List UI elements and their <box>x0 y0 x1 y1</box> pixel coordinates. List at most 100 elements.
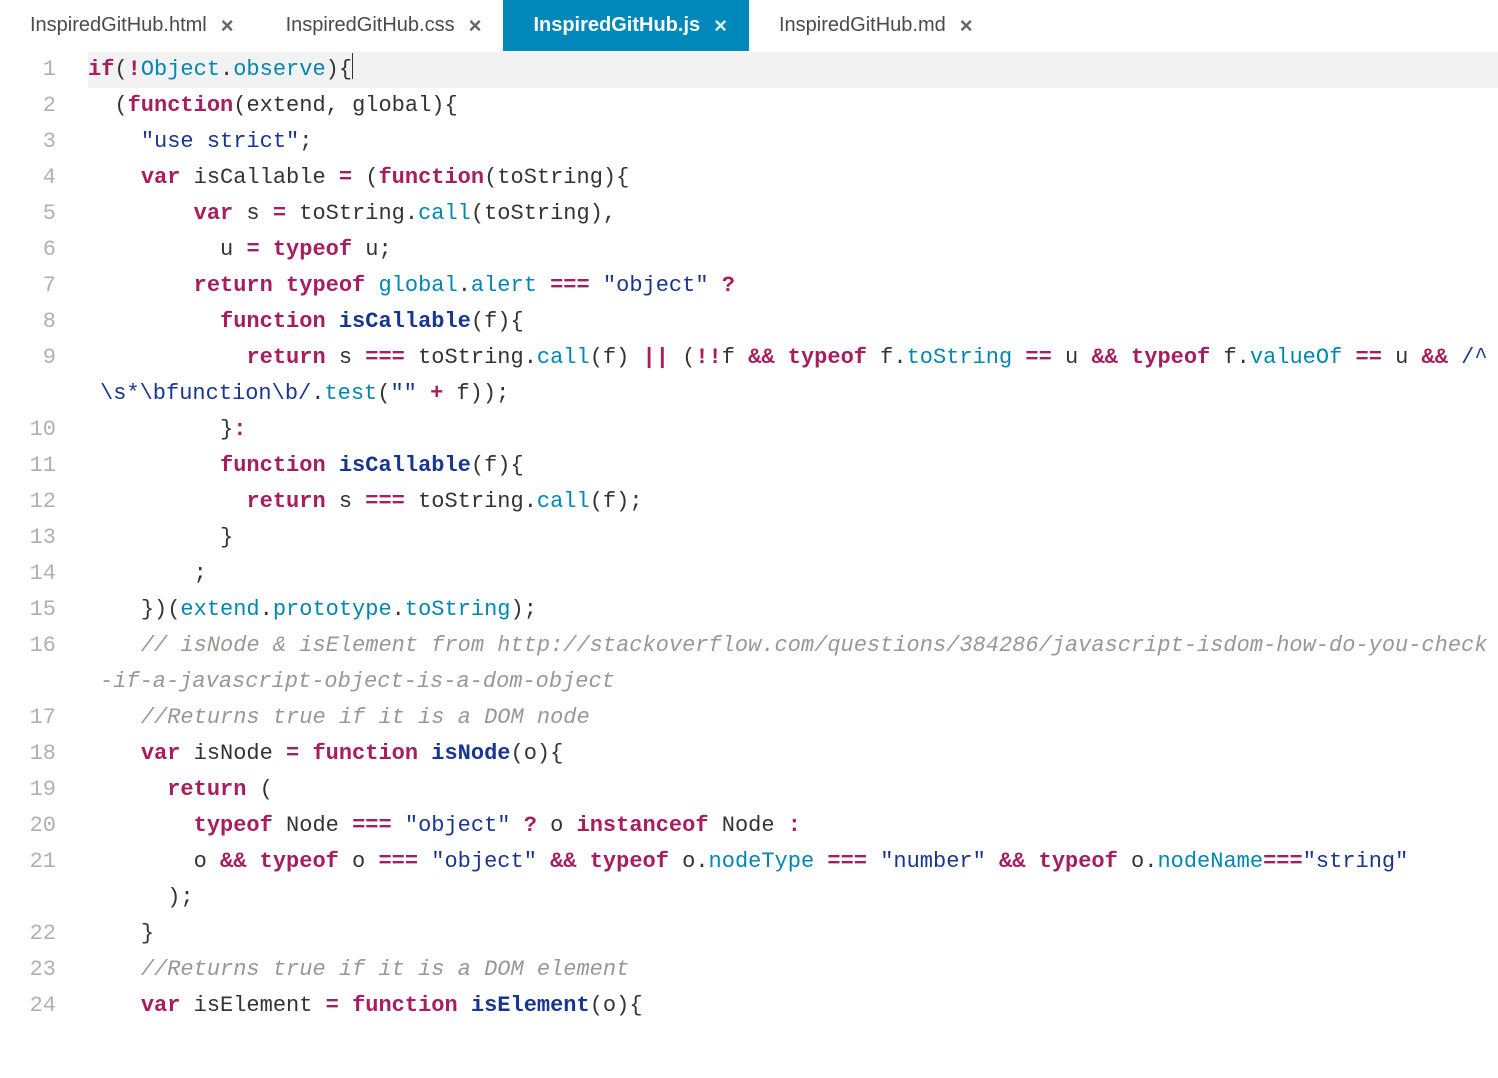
code-line[interactable]: var s = toString.call(toString), <box>88 196 1498 232</box>
token: = <box>286 741 299 766</box>
line-number: 18 <box>0 736 76 772</box>
token <box>88 885 167 910</box>
token: toString <box>405 489 524 514</box>
tab-label: InspiredGitHub.js <box>533 14 700 37</box>
code-line[interactable]: "use strict"; <box>88 124 1498 160</box>
close-icon[interactable]: × <box>221 15 234 37</box>
token: ( <box>167 597 180 622</box>
token <box>418 849 431 874</box>
token <box>88 489 246 514</box>
token: : <box>233 417 246 442</box>
token: ) <box>431 93 444 118</box>
token <box>88 309 220 334</box>
code-line[interactable]: if(!Object.observe){ <box>88 52 1498 88</box>
code-area[interactable]: if(!Object.observe){ (function(extend, g… <box>76 52 1498 1078</box>
close-icon[interactable]: × <box>714 15 727 37</box>
token: valueOf <box>1250 345 1342 370</box>
token: + <box>430 381 443 406</box>
code-line[interactable]: return s === toString.call(f) || (!!f &&… <box>88 340 1498 412</box>
token: ( <box>114 57 127 82</box>
token <box>1025 849 1038 874</box>
token: test <box>324 381 377 406</box>
token: function <box>220 453 326 478</box>
token: } <box>141 921 154 946</box>
tab-inspiredgithub-css[interactable]: InspiredGitHub.css × <box>256 0 504 51</box>
code-editor[interactable]: 123456789101112131415161718192021222324 … <box>0 52 1498 1078</box>
token: f <box>603 489 616 514</box>
code-line[interactable]: return s === toString.call(f); <box>88 484 1498 520</box>
code-line[interactable]: o && typeof o === "object" && typeof o.n… <box>88 844 1498 880</box>
token <box>88 525 220 550</box>
code-line[interactable]: //Returns true if it is a DOM element <box>88 952 1498 988</box>
line-number: 17 <box>0 700 76 736</box>
token: f <box>484 309 497 334</box>
token: ? <box>524 813 537 838</box>
token: == <box>1356 345 1382 370</box>
token: Object <box>141 57 220 82</box>
token: ( <box>471 201 484 226</box>
code-line[interactable]: })(extend.prototype.toString); <box>88 592 1498 628</box>
token <box>814 849 827 874</box>
code-line[interactable]: return typeof global.alert === "object" … <box>88 268 1498 304</box>
token: ? <box>722 273 735 298</box>
close-icon[interactable]: × <box>469 15 482 37</box>
close-icon[interactable]: × <box>960 15 973 37</box>
code-line[interactable]: }: <box>88 412 1498 448</box>
token: : <box>788 813 801 838</box>
token: u <box>88 237 246 262</box>
code-line[interactable]: ); <box>88 880 1498 916</box>
code-line[interactable]: (function(extend, global){ <box>88 88 1498 124</box>
code-line[interactable]: typeof Node === "object" ? o instanceof … <box>88 808 1498 844</box>
token: typeof <box>788 345 867 370</box>
code-line[interactable]: var isNode = function isNode(o){ <box>88 736 1498 772</box>
line-number: 9 <box>0 340 76 376</box>
code-line[interactable]: return ( <box>88 772 1498 808</box>
token <box>326 453 339 478</box>
token: isCallable <box>339 309 471 334</box>
code-line[interactable]: var isCallable = (function(toString){ <box>88 160 1498 196</box>
token <box>88 921 141 946</box>
token <box>590 273 603 298</box>
token: o <box>1118 849 1144 874</box>
token: ) <box>616 993 629 1018</box>
tab-label: InspiredGitHub.css <box>286 14 455 37</box>
code-line[interactable]: } <box>88 916 1498 952</box>
token: isCallable <box>339 453 471 478</box>
token: s <box>326 345 366 370</box>
code-line[interactable]: function isCallable(f){ <box>88 304 1498 340</box>
token: ( <box>669 345 695 370</box>
token: = <box>339 165 352 190</box>
code-line[interactable]: ; <box>88 556 1498 592</box>
code-line[interactable]: } <box>88 520 1498 556</box>
tab-inspiredgithub-js[interactable]: InspiredGitHub.js × <box>503 0 749 51</box>
token: toString <box>286 201 405 226</box>
token: ( <box>233 93 246 118</box>
token: return <box>246 489 325 514</box>
line-number <box>0 376 76 412</box>
token: if <box>88 57 114 82</box>
token: "" <box>390 381 416 406</box>
line-number: 16 <box>0 628 76 664</box>
code-line[interactable]: var isElement = function isElement(o){ <box>88 988 1498 1024</box>
token: typeof <box>286 273 365 298</box>
token: "object" <box>431 849 537 874</box>
token: && <box>748 345 774 370</box>
line-number: 5 <box>0 196 76 232</box>
code-line[interactable]: // isNode & isElement from http://stacko… <box>88 628 1498 700</box>
line-number: 2 <box>0 88 76 124</box>
tab-inspiredgithub-md[interactable]: InspiredGitHub.md× <box>749 0 995 51</box>
token: ( <box>352 165 378 190</box>
token: typeof <box>194 813 273 838</box>
token: prototype <box>273 597 392 622</box>
token: { <box>550 741 563 766</box>
token: var <box>141 993 181 1018</box>
code-line[interactable]: function isCallable(f){ <box>88 448 1498 484</box>
tab-inspiredgithub-html[interactable]: InspiredGitHub.html× <box>0 0 256 51</box>
code-line[interactable]: u = typeof u; <box>88 232 1498 268</box>
token: ( <box>88 93 128 118</box>
code-line[interactable]: //Returns true if it is a DOM node <box>88 700 1498 736</box>
token: f <box>1210 345 1236 370</box>
line-number: 6 <box>0 232 76 268</box>
token: . <box>524 489 537 514</box>
token: "number" <box>880 849 986 874</box>
